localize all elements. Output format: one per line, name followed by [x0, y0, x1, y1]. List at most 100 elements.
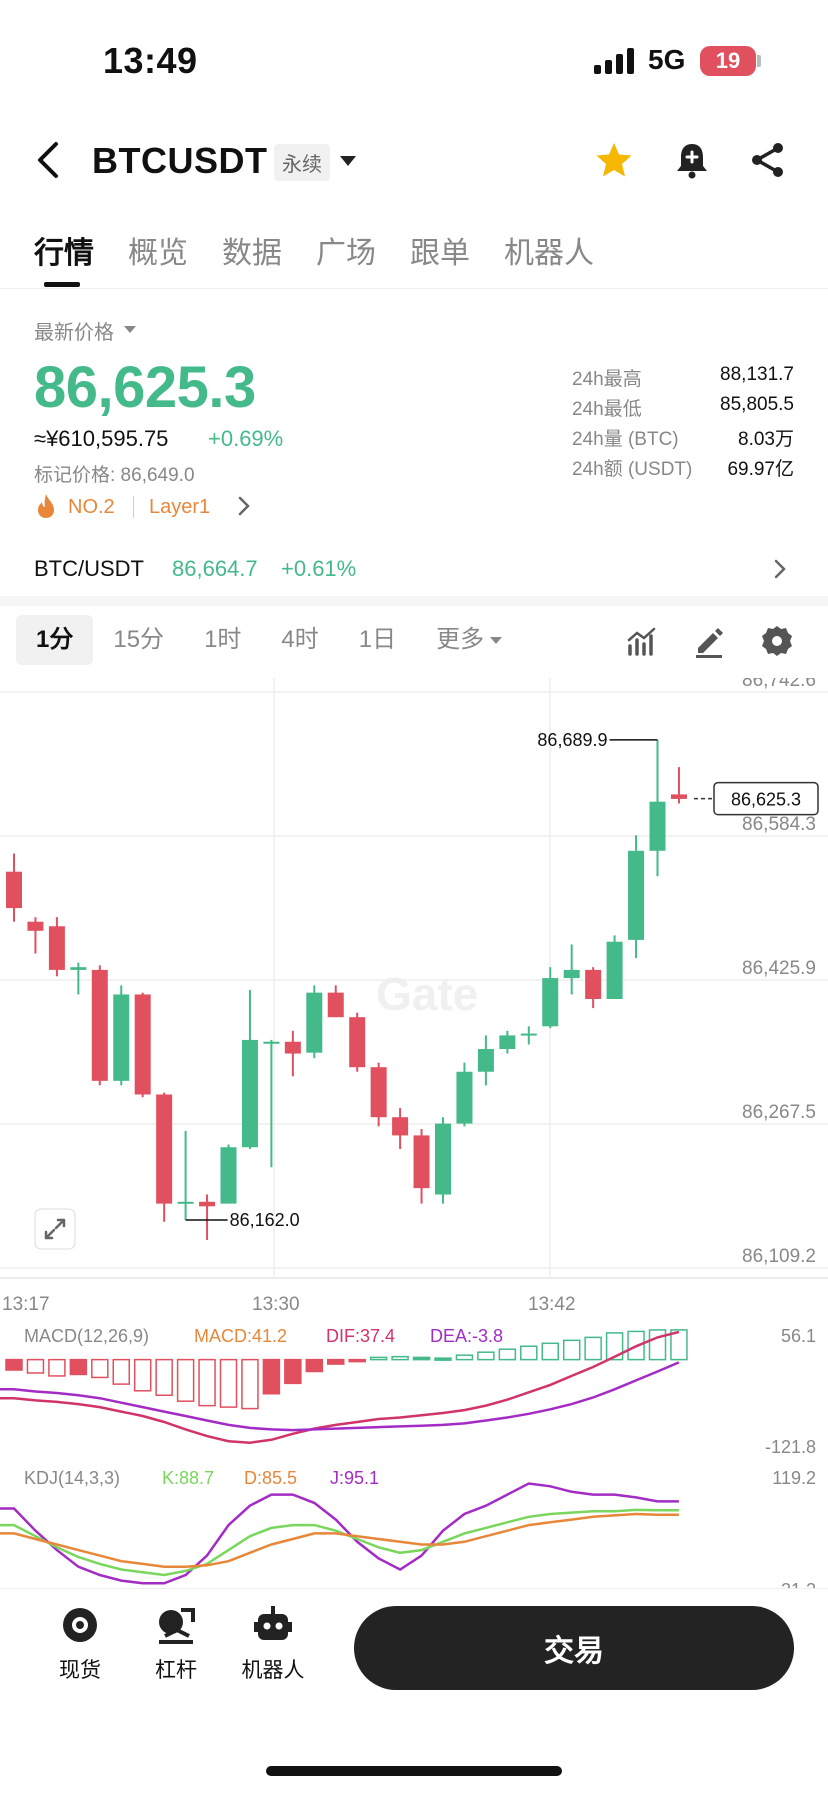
macd-histogram-bar	[348, 1358, 366, 1363]
indicators-icon[interactable]	[626, 624, 660, 658]
macd-histogram-bar	[262, 1358, 281, 1395]
d-value: D:85.5	[244, 1468, 297, 1488]
stat-row: 24h最高 88,131.7	[572, 364, 794, 394]
latest-price-label[interactable]: 最新价格	[34, 316, 114, 345]
fullscreen-expand-icon[interactable]	[34, 1208, 76, 1250]
macd-histogram-bar	[520, 1345, 538, 1361]
last-price: 86,625.3	[34, 355, 256, 420]
macd-histogram-bar	[112, 1358, 130, 1385]
ranking-badge[interactable]: NO.2	[68, 496, 115, 519]
back-arrow-icon[interactable]	[32, 140, 66, 180]
category-tag[interactable]: Layer1	[149, 496, 210, 519]
k-value: K:88.7	[162, 1468, 214, 1488]
macd-histogram-bar	[434, 1357, 452, 1361]
candle-body	[306, 992, 323, 1053]
interval-1d[interactable]: 1日	[339, 615, 416, 665]
candle-body	[477, 1049, 494, 1072]
price-change-percent: +0.69%	[208, 426, 284, 451]
interval-15m[interactable]: 15分	[93, 615, 184, 665]
tab-copy-trading[interactable]: 跟单	[410, 228, 470, 272]
candle-body	[284, 1041, 301, 1054]
tab-square[interactable]: 广场	[316, 228, 376, 272]
candle-body	[327, 992, 344, 1018]
symbol-dropdown-icon[interactable]	[340, 156, 356, 166]
candle-body	[606, 941, 623, 1000]
y-tick-label: 86,267.5	[742, 1102, 816, 1123]
contract-symbol[interactable]: BTCUSDT	[92, 140, 267, 182]
tab-market[interactable]: 行情	[34, 228, 94, 272]
interval-more[interactable]: 更多	[416, 615, 522, 665]
interval-1h[interactable]: 1时	[184, 615, 261, 665]
tab-overview[interactable]: 概览	[128, 228, 188, 272]
candle-body	[349, 1017, 366, 1068]
macd-histogram-bar	[455, 1354, 474, 1361]
candle-body	[91, 969, 108, 1081]
macd-histogram-bar	[91, 1358, 109, 1379]
tab-data[interactable]: 数据	[222, 228, 282, 272]
tab-bots[interactable]: 机器人	[504, 228, 594, 272]
macd-histogram-bar	[219, 1358, 238, 1408]
candle-body	[263, 1041, 280, 1044]
macd-histogram-bar	[69, 1358, 88, 1376]
network-type: 5G	[648, 44, 686, 75]
macd-histogram-bar	[369, 1356, 388, 1361]
candle-body	[156, 1094, 173, 1204]
home-indicator	[266, 1766, 562, 1776]
candle-body	[70, 967, 87, 970]
contract-type-badge[interactable]: 永续	[274, 144, 330, 181]
candle-body	[520, 1033, 537, 1036]
interval-1m[interactable]: 1分	[16, 615, 94, 665]
macd-axis-bottom: -121.8	[765, 1437, 816, 1457]
status-time: 13:49	[103, 40, 198, 81]
spot-label: 现货	[59, 1659, 101, 1682]
candle-body	[456, 1071, 473, 1124]
ranking-separator	[133, 496, 134, 518]
share-icon[interactable]	[748, 140, 788, 180]
interval-4h[interactable]: 4时	[261, 615, 338, 665]
candle-body	[177, 1201, 194, 1204]
spot-chevron-right-icon[interactable]	[772, 556, 788, 582]
trade-button[interactable]: 交易	[354, 1606, 794, 1690]
trade-button-label: 交易	[544, 1635, 604, 1668]
battery-level: 19	[715, 48, 741, 73]
price-chart[interactable]: Gate 86,742.6 86,584.3 86,425.9 86,267.5 86,…	[0, 678, 828, 1590]
favorite-star-icon[interactable]	[594, 140, 634, 180]
macd-histogram-bar	[133, 1358, 152, 1392]
spot-nav-button[interactable]: 现货	[35, 1604, 125, 1684]
macd-histogram-bar	[5, 1358, 23, 1371]
margin-nav-button[interactable]: 杠杆	[131, 1604, 221, 1684]
macd-histogram-bar	[26, 1358, 45, 1374]
chevron-right-icon[interactable]	[236, 494, 252, 518]
price-alert-bell-icon[interactable]	[672, 140, 712, 180]
macd-histogram-bar	[155, 1358, 173, 1396]
bots-nav-button[interactable]: 机器人	[228, 1604, 318, 1684]
latest-price-dropdown-icon[interactable]	[124, 326, 136, 333]
candle-body	[542, 978, 559, 1027]
margin-label: 杠杆	[155, 1659, 197, 1682]
candle-body	[413, 1135, 430, 1189]
macd-histogram-bar	[391, 1355, 409, 1361]
macd-histogram-bar	[48, 1358, 66, 1377]
chart-settings-gear-icon[interactable]	[760, 624, 794, 658]
last-price-label: 86,625.3	[731, 790, 801, 810]
spot-pair[interactable]: BTC/USDT	[34, 556, 144, 582]
candle-body	[628, 850, 645, 940]
low-price-label: 86,162.0	[230, 1210, 300, 1230]
active-tab-indicator	[44, 282, 80, 287]
fire-icon	[38, 494, 54, 518]
macd-histogram-bar	[498, 1348, 517, 1361]
main-tabs: 行情 概览 数据 广场 跟单 机器人	[34, 228, 628, 272]
draw-pencil-icon[interactable]	[692, 624, 726, 658]
stat-row: 24h最低 85,805.5	[572, 394, 794, 424]
stat-value: 88,131.7	[720, 364, 794, 385]
battery-indicator: 19	[700, 46, 756, 76]
macd-histogram-bar	[305, 1358, 324, 1373]
kdj-axis-top: 119.2	[772, 1468, 816, 1488]
macd-axis-top: 56.1	[781, 1326, 816, 1346]
battery-tip	[757, 55, 761, 67]
cellular-signal-icon	[594, 48, 634, 74]
interval-selector: 1分 15分 1时 4时 1日 更多	[16, 614, 522, 666]
stat-label: 24h量 (BTC)	[572, 429, 679, 450]
macd-histogram-bar	[176, 1358, 195, 1402]
section-separator	[0, 596, 828, 606]
